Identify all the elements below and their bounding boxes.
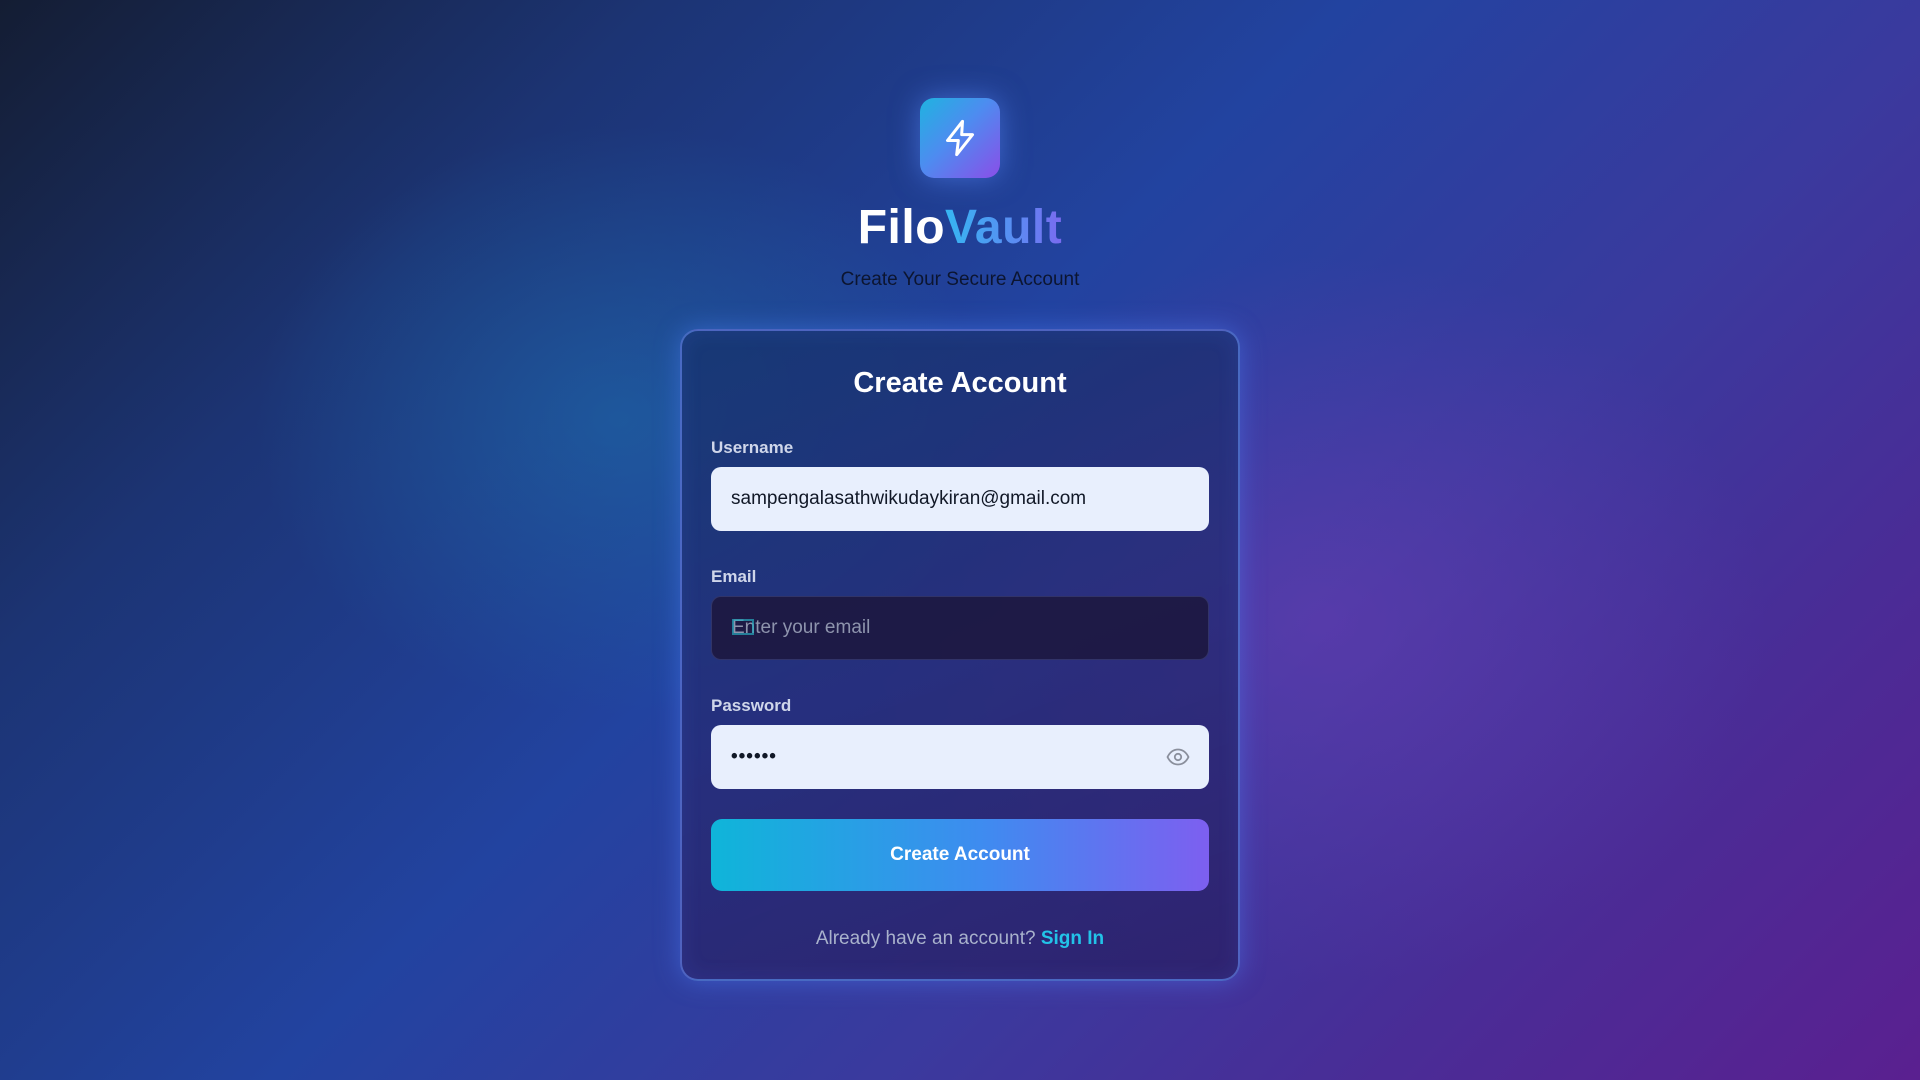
brand-title-part2: Vault	[945, 201, 1063, 254]
password-visibility-toggle[interactable]	[1165, 745, 1191, 769]
form-title: Create Account	[853, 367, 1067, 399]
brand-title-part1: Filo	[857, 201, 946, 254]
username-label: Username	[711, 438, 794, 457]
brand-title: FiloVault	[858, 200, 1063, 256]
username-input[interactable]	[711, 467, 1209, 531]
email-label: Email	[711, 567, 757, 586]
signin-prompt: Already have an account?	[815, 928, 1036, 949]
password-field-wrapper	[711, 725, 1209, 789]
lightning-bolt-icon	[946, 119, 974, 157]
app-logo	[920, 98, 1000, 178]
password-input[interactable]	[711, 725, 1209, 789]
email-field-wrapper	[711, 596, 1209, 660]
username-field-wrapper	[711, 467, 1209, 531]
eye-icon	[1166, 748, 1190, 766]
create-account-button[interactable]: Create Account	[711, 819, 1209, 891]
brand-subtitle: Create Your Secure Account	[840, 269, 1080, 290]
signin-row: Already have an account? Sign In	[682, 927, 1238, 951]
sign-in-link[interactable]: Sign In	[1041, 928, 1104, 949]
password-label: Password	[711, 696, 792, 715]
brand-header: FiloVault Create Your Secure Account	[0, 98, 1920, 292]
signup-card: Create Account Username Email Password C…	[680, 329, 1240, 981]
email-input[interactable]	[712, 597, 1208, 659]
